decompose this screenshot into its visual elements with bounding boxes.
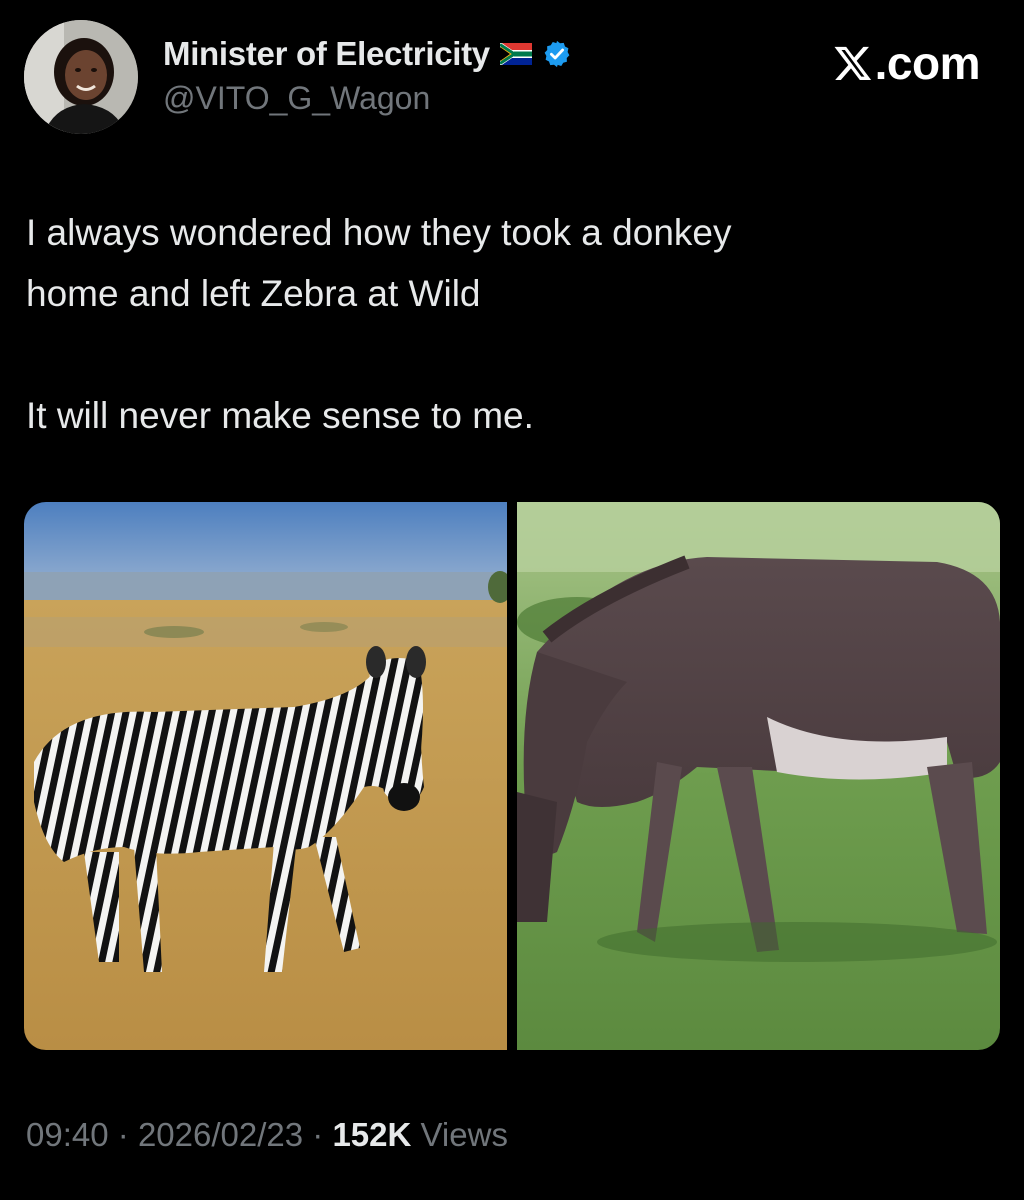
author-display-name[interactable]: Minister of Electricity — [163, 35, 490, 73]
x-logo-icon — [834, 46, 871, 80]
views-label: Views — [420, 1116, 508, 1153]
zebra-image — [24, 502, 507, 1050]
tweet-media-grid — [24, 502, 1000, 1050]
tweet-text-line: I always wondered how they took a donkey — [26, 212, 732, 253]
donkey-image — [517, 502, 1000, 1050]
brand-watermark: .com — [833, 36, 981, 90]
tweet-time[interactable]: 09:40 — [26, 1116, 109, 1153]
meta-separator: · — [312, 1116, 324, 1153]
views-count: 152K — [332, 1116, 412, 1153]
tweet-meta: 09:40 · 2026/02/23 · 152K Views — [26, 1116, 508, 1154]
brand-suffix: .com — [874, 37, 981, 89]
author-handle[interactable]: @VITO_G_Wagon — [163, 80, 430, 117]
tweet-date[interactable]: 2026/02/23 — [138, 1116, 303, 1153]
tweet-text-line: It will never make sense to me. — [26, 395, 534, 436]
verified-badge-icon — [544, 40, 570, 68]
tweet-text: I always wondered how they took a donkey… — [26, 202, 986, 446]
author-avatar[interactable] — [24, 20, 138, 134]
meta-separator: · — [117, 1116, 129, 1153]
author-name-row: Minister of Electricity — [163, 32, 572, 76]
south-africa-flag-icon — [499, 43, 532, 65]
tweet-text-line: home and left Zebra at Wild — [26, 273, 481, 314]
zebra-photo[interactable] — [24, 502, 507, 1050]
donkey-photo[interactable] — [517, 502, 1000, 1050]
avatar-portrait — [24, 20, 138, 134]
